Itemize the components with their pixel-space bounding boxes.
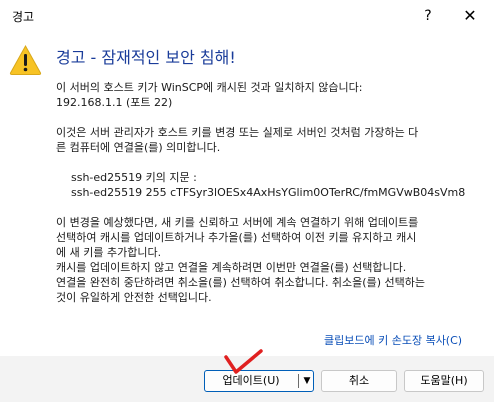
help-button[interactable]: 도움말(H)	[404, 370, 484, 392]
dialog-heading: 경고 - 잠재적인 보안 침해!	[56, 48, 236, 67]
split-separator	[298, 374, 299, 388]
copy-fingerprint-link[interactable]: 클립보드에 키 손도장 복사(C)	[324, 332, 462, 348]
message-line: 에 새 키를 추가합니다.	[56, 246, 162, 259]
fingerprint-value: ssh-ed25519 255 cTFSyr3lOESx4AxHsYGlim0O…	[71, 186, 466, 199]
dropdown-arrow-icon[interactable]: ▼	[302, 371, 312, 391]
message-line: 이것은 서버 관리자가 호스트 키를 변경 또는 실제로 서버인 것처럼 가장하…	[56, 126, 419, 139]
warning-dialog: 경고 ? ✕ 경고 - 잠재적인 보안 침해! 이 서버의 호스트 키가 Win…	[0, 0, 494, 402]
window-title: 경고	[12, 10, 35, 24]
close-button[interactable]: ✕	[448, 1, 492, 31]
message-line: 연결을 완전히 중단하려면 취소을(를) 선택하여 취소합니다. 취소을(를) …	[56, 276, 425, 289]
message-line: 른 컴퓨터에 연결을(를) 의미합니다.	[56, 141, 221, 154]
cancel-button[interactable]: 취소	[321, 370, 397, 392]
message-line: 캐시를 업데이트하지 않고 연결을 계속하려면 이번만 연결을(를) 선택합니다…	[56, 261, 407, 274]
help-title-button[interactable]: ?	[410, 1, 446, 31]
checkmark-annotation-icon	[224, 349, 263, 374]
message-line: 이 서버의 호스트 키가 WinSCP에 캐시된 것과 일치하지 않습니다:	[56, 81, 363, 94]
host-address: 192.168.1.1 (포트 22)	[56, 96, 173, 109]
message-line: 것이 유일하게 안전한 선택입니다.	[56, 291, 212, 304]
message-line: 이 변경을 예상했다면, 새 키를 신뢰하고 서버에 계속 연결하기 위해 업데…	[56, 216, 419, 229]
title-bar[interactable]: 경고 ? ✕	[0, 0, 494, 33]
warning-icon	[9, 44, 42, 75]
message-line: 선택하여 캐시를 업데이트하거나 추가을(를) 선택하여 이전 키를 유지하고 …	[56, 231, 417, 244]
fingerprint-label: ssh-ed25519 키의 지문 :	[71, 171, 197, 184]
